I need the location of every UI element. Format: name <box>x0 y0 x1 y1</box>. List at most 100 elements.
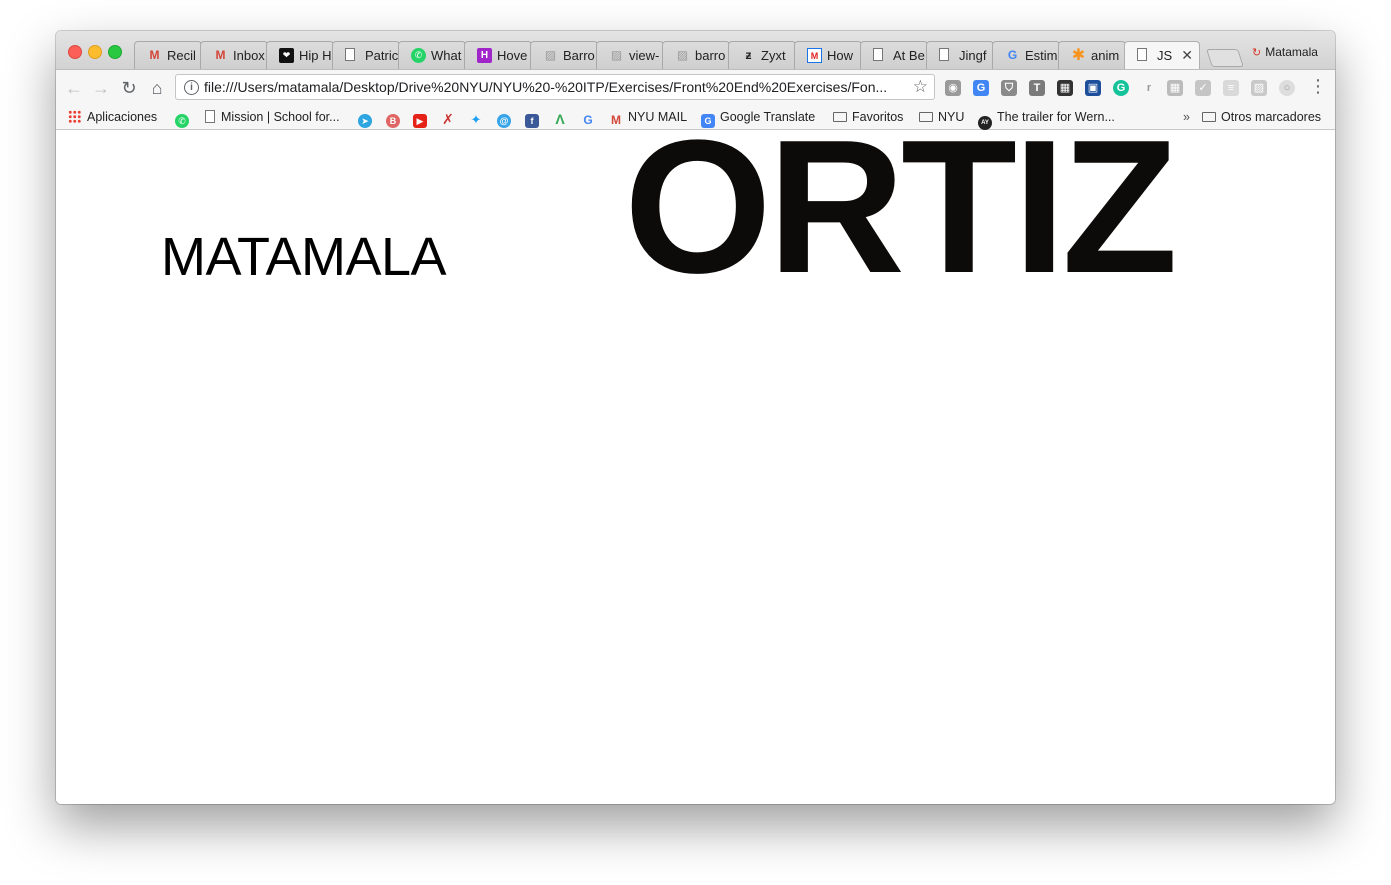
camera-extension-icon[interactable]: ◉ <box>945 80 961 96</box>
x-app-icon: ✗ <box>442 111 454 127</box>
bookmark-star-icon[interactable]: ☆ <box>913 77 928 97</box>
tab-label: view- <box>629 48 660 63</box>
gmail-icon: M <box>611 113 621 127</box>
tab-patric[interactable]: Patric <box>332 41 400 69</box>
tab-label: Inbox <box>233 48 265 63</box>
image-extension-icon[interactable]: ▨ <box>1251 80 1267 96</box>
bookmark-mission[interactable]: Mission | School for... <box>205 108 340 126</box>
maximize-window-button[interactable] <box>108 45 122 59</box>
forward-arrow-icon[interactable]: → <box>91 78 111 98</box>
back-arrow-icon[interactable]: ← <box>64 78 84 98</box>
sketch-icon: ▨ <box>544 48 557 62</box>
tab-view[interactable]: ▨ view- <box>596 41 664 69</box>
whatsapp-icon: ✆ <box>175 114 189 128</box>
bookmark-telegram[interactable]: ➤ <box>358 108 377 128</box>
bus-extension-icon[interactable]: ▣ <box>1085 80 1101 96</box>
page-icon <box>345 48 360 63</box>
tab-label: JS <box>1157 48 1173 63</box>
tab-js-active[interactable]: JS ✕ <box>1124 41 1200 69</box>
b-icon: B <box>386 114 400 128</box>
tab-hip-hop[interactable]: ❤ Hip H <box>266 41 334 69</box>
r-extension-icon[interactable]: r <box>1141 80 1157 96</box>
tab-label: anim <box>1091 48 1120 63</box>
swirl-icon: @ <box>497 114 511 128</box>
profile-button[interactable]: ↻ Matamala <box>1252 45 1318 59</box>
tab-label: Hip H <box>299 48 332 63</box>
folder-icon <box>1202 112 1216 122</box>
circle-extension-icon[interactable]: ○ <box>1279 80 1295 96</box>
tab-label: barro <box>695 48 726 63</box>
tab-label: Patric <box>365 48 399 63</box>
tab-label: Hove <box>497 48 528 63</box>
tab-label: At Be <box>893 48 925 63</box>
translate-extension-icon[interactable]: G <box>973 80 989 96</box>
bookmark-twitter[interactable]: ✦ <box>469 108 488 127</box>
address-url[interactable]: file:///Users/matamala/Desktop/Drive%20N… <box>204 79 908 95</box>
asterisk-icon: ✱ <box>1071 47 1086 64</box>
profile-icon: ↻ <box>1252 47 1262 59</box>
zyxt-icon: ƶ <box>745 48 752 62</box>
tab-recil[interactable]: M Recil <box>134 41 202 69</box>
home-icon[interactable]: ⌂ <box>147 78 167 98</box>
new-tab-button[interactable] <box>1206 49 1244 67</box>
tab-anim[interactable]: ✱ anim <box>1058 41 1126 69</box>
reload-icon[interactable]: ↻ <box>119 78 139 98</box>
apps-grid-icon <box>68 110 81 123</box>
bookmark-swirl[interactable]: @ <box>497 108 516 128</box>
page-icon <box>873 48 888 63</box>
tab-strip: M Recil M Inbox ❤ Hip H Patric ✆ What H … <box>56 31 1335 69</box>
tab-barro-2[interactable]: ▨ barro <box>662 41 730 69</box>
more-menu-icon[interactable]: ⋮ <box>1309 77 1327 95</box>
bookmark-label: Aplicaciones <box>87 110 158 124</box>
bookmark-folder-otros[interactable]: Otros marcadores <box>1202 108 1321 126</box>
hiphop-icon: ❤ <box>279 48 294 63</box>
tab-hove[interactable]: H Hove <box>464 41 532 69</box>
tab-inbox[interactable]: M Inbox <box>200 41 268 69</box>
film-extension-icon[interactable]: ▦ <box>1057 80 1073 96</box>
tab-how[interactable]: M How <box>794 41 862 69</box>
tab-zyxt[interactable]: ƶ Zyxt <box>728 41 796 69</box>
tab-barro[interactable]: ▨ Barro <box>530 41 598 69</box>
address-bar[interactable]: i file:///Users/matamala/Desktop/Drive%2… <box>175 74 935 100</box>
bookmark-google[interactable]: G <box>581 108 600 127</box>
bookmark-apps[interactable]: Aplicaciones <box>68 108 157 126</box>
telegram-icon: ➤ <box>358 114 372 128</box>
tab-label: Zyxt <box>761 48 786 63</box>
bookmark-adwords[interactable]: Λ <box>553 108 572 126</box>
grid-extension-icon[interactable]: ▦ <box>1167 80 1183 96</box>
tab-estim[interactable]: G Estim <box>992 41 1060 69</box>
sketch-icon: ▨ <box>676 48 689 62</box>
info-icon[interactable]: i <box>184 80 199 95</box>
bookmark-label: Otros marcadores <box>1221 110 1322 124</box>
privacy-extension-icon[interactable]: ⛉ <box>1001 80 1017 96</box>
close-window-button[interactable] <box>68 45 82 59</box>
bookmark-facebook[interactable]: f <box>525 108 544 128</box>
google-icon: G <box>1007 48 1018 62</box>
bookmark-youtube[interactable]: ▶ <box>413 108 432 128</box>
bookmark-x[interactable]: ✗ <box>441 108 460 126</box>
minimize-window-button[interactable] <box>88 45 102 59</box>
close-tab-icon[interactable]: ✕ <box>1181 47 1193 64</box>
sketch-icon: ▨ <box>610 48 623 62</box>
adwords-icon: Λ <box>555 111 565 127</box>
tab-at-be[interactable]: At Be <box>860 41 928 69</box>
bookmarks-overflow-chevron-icon[interactable]: » <box>1183 108 1190 126</box>
bookmark-b[interactable]: B <box>386 108 405 128</box>
bookmark-label: Mission | School for... <box>221 110 340 124</box>
pocket-extension-icon[interactable]: ✓ <box>1195 80 1211 96</box>
note-extension-icon[interactable]: ≡ <box>1223 80 1239 96</box>
facebook-icon: f <box>525 114 539 128</box>
tab-label: How <box>827 48 854 63</box>
page-icon <box>205 110 215 123</box>
grammarly-extension-icon[interactable]: G <box>1113 80 1129 96</box>
tab-whatsapp[interactable]: ✆ What <box>398 41 466 69</box>
bookmark-whatsapp[interactable]: ✆ <box>175 108 194 128</box>
tab-label: Barro <box>563 48 595 63</box>
tab-jingf[interactable]: Jingf <box>926 41 994 69</box>
page-icon <box>939 48 954 63</box>
h-icon: H <box>477 48 492 63</box>
gmail-icon: M <box>215 48 226 62</box>
tab-label: What <box>431 48 462 63</box>
text-extension-icon[interactable]: T <box>1029 80 1045 96</box>
m-icon: M <box>807 48 822 63</box>
